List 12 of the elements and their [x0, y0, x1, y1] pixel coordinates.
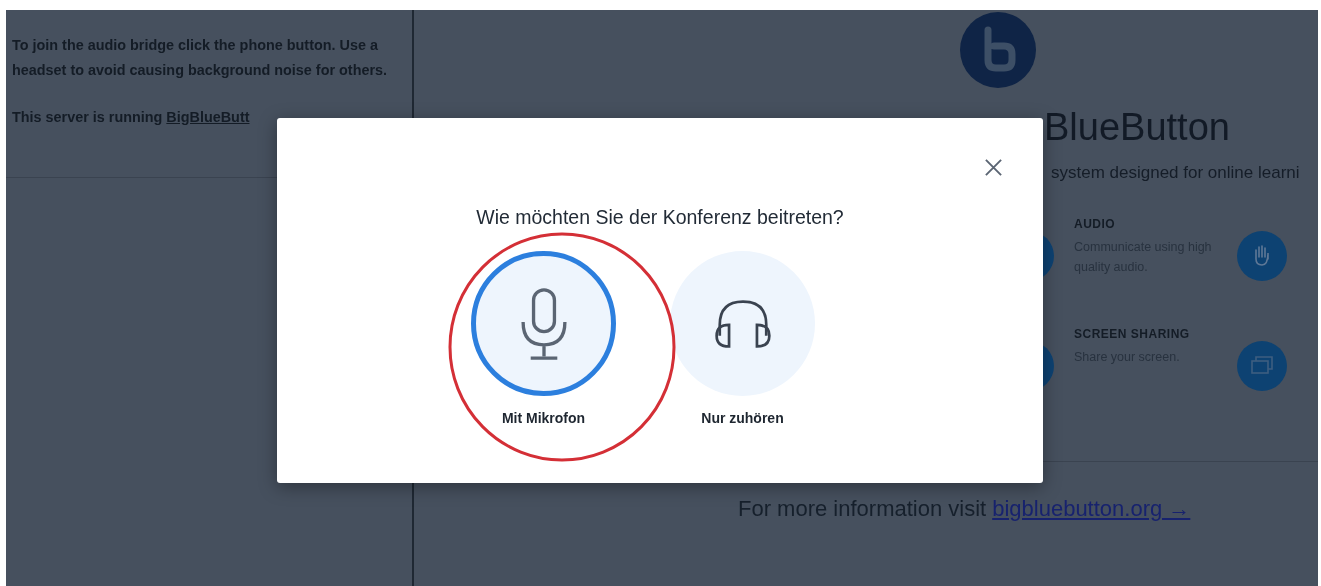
- instructions-text: To join the audio bridge click the phone button. Use a headset to avoid causing background noise for others.: [12, 36, 389, 80]
- welcome-title: BlueButton: [1044, 106, 1231, 149]
- dialog-question: Wie möchten Sie der Konferenz beitreten?: [475, 206, 845, 229]
- server-link[interactable]: BigBlueButt: [166, 109, 250, 125]
- option-label: Mit Mikrofon: [501, 410, 586, 426]
- option-label: Nur zuhören: [701, 410, 784, 426]
- server-text: This server is running: [12, 109, 163, 125]
- close-icon[interactable]: [984, 158, 1003, 177]
- feature-title: SCREEN SHARING: [1074, 327, 1191, 341]
- feature-title: AUDIO: [1074, 217, 1117, 231]
- hand-icon: [1237, 231, 1287, 281]
- windows-icon: [1237, 341, 1287, 391]
